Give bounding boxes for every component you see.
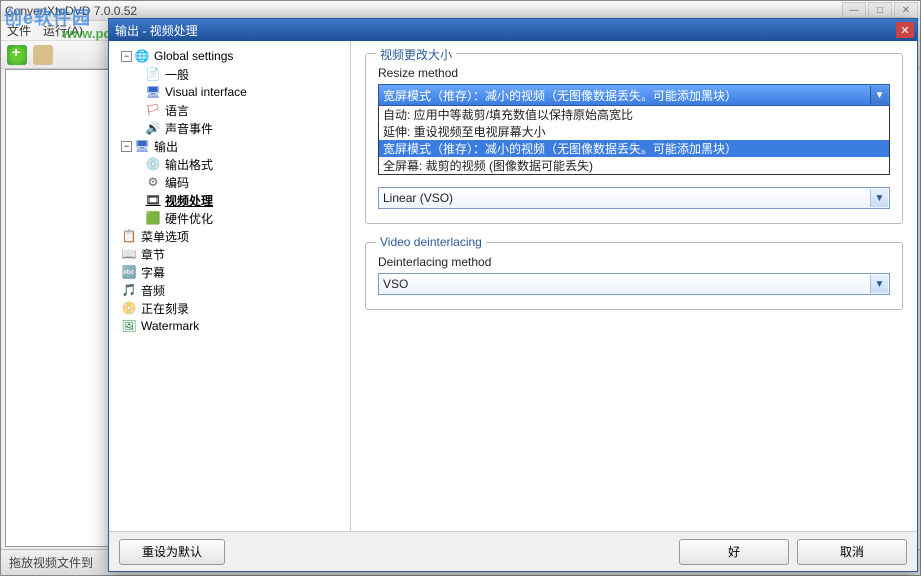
resize-filter-value: Linear (VSO)	[383, 191, 453, 205]
tree-subtitle[interactable]: 🔤字幕	[113, 263, 346, 281]
maximize-button[interactable]: □	[868, 2, 892, 18]
gear-icon: ⚙	[145, 174, 161, 190]
deinterlace-legend: Video deinterlacing	[376, 235, 486, 249]
resize-option-auto[interactable]: 自动: 应用中等裁剪/填充数值以保持原始高宽比	[379, 106, 889, 123]
tree-audio[interactable]: 🎵音频	[113, 281, 346, 299]
monitor-icon: 🖥	[145, 84, 161, 100]
collapse-icon[interactable]: −	[121, 51, 132, 62]
speaker-icon: 🔊	[145, 120, 161, 136]
disc-icon: 📀	[121, 300, 137, 316]
chevron-down-icon: ▼	[870, 86, 888, 104]
tree-hardware-opt[interactable]: 🟩硬件优化	[113, 209, 346, 227]
tree-video-processing[interactable]: 🎞视频处理	[113, 191, 346, 209]
dialog-body: −🌐Global settings 📄一般 🖥Visual interface …	[109, 41, 917, 531]
collapse-icon[interactable]: −	[121, 141, 132, 152]
disc-icon: 💿	[145, 156, 161, 172]
tree-global-settings[interactable]: −🌐Global settings	[113, 47, 346, 65]
tree-visual-interface[interactable]: 🖥Visual interface	[113, 83, 346, 101]
page-icon: 📄	[145, 66, 161, 82]
chevron-down-icon: ▼	[870, 189, 888, 207]
deinterlace-method-combo[interactable]: VSO ▼	[378, 273, 890, 295]
dialog-title: 输出 - 视频处理	[115, 22, 198, 39]
chevron-down-icon: ▼	[870, 275, 888, 293]
close-button[interactable]: ✕	[894, 2, 918, 18]
globe-icon: 🌐	[134, 48, 150, 64]
resize-method-value: 宽屏模式（推存）：减小的视频（无图像数据丢失。可能添加黑块）	[383, 87, 737, 104]
resize-option-fullscreen[interactable]: 全屏幕: 裁剪的视频 (图像数据可能丢失)	[379, 157, 889, 174]
subtitle-icon: 🔤	[121, 264, 137, 280]
image-icon: 🖼	[121, 318, 137, 334]
tree-language[interactable]: 🏳语言	[113, 101, 346, 119]
deinterlace-fieldset: Video deinterlacing Deinterlacing method…	[365, 242, 903, 310]
tree-chapter[interactable]: 📖章节	[113, 245, 346, 263]
resize-legend: 视频更改大小	[376, 46, 456, 63]
resize-fieldset: 视频更改大小 Resize method 宽屏模式（推存）：减小的视频（无图像数…	[365, 53, 903, 224]
resize-option-widescreen[interactable]: 宽屏模式（推存）：减小的视频（无图像数据丢失。可能添加黑块）	[379, 140, 889, 157]
status-text: 拖放视频文件到	[9, 554, 93, 571]
add-icon[interactable]	[7, 45, 27, 65]
tree-watermark[interactable]: 🖼Watermark	[113, 317, 346, 335]
tree-output-format[interactable]: 💿输出格式	[113, 155, 346, 173]
resize-method-dropdown: 自动: 应用中等裁剪/填充数值以保持原始高宽比 延伸: 重设视频至电视屏幕大小 …	[378, 105, 890, 175]
tree-output[interactable]: −🖥输出	[113, 137, 346, 155]
settings-dialog: 输出 - 视频处理 ✕ −🌐Global settings 📄一般 🖥Visua…	[108, 18, 918, 572]
window-controls: — □ ✕	[842, 2, 918, 18]
dialog-footer: 重设为默认 好 取消	[109, 531, 917, 571]
minimize-button[interactable]: —	[842, 2, 866, 18]
menu-icon: 📋	[121, 228, 137, 244]
cancel-button[interactable]: 取消	[797, 539, 907, 565]
tree-sound-events[interactable]: 🔊声音事件	[113, 119, 346, 137]
book-icon: 📖	[121, 246, 137, 262]
resize-method-label: Resize method	[378, 66, 890, 80]
tree-burning[interactable]: 📀正在刻录	[113, 299, 346, 317]
settings-tree[interactable]: −🌐Global settings 📄一般 🖥Visual interface …	[109, 41, 351, 531]
flag-icon: 🏳	[145, 102, 161, 118]
dialog-titlebar: 输出 - 视频处理 ✕	[109, 19, 917, 41]
ok-button[interactable]: 好	[679, 539, 789, 565]
resize-option-stretch[interactable]: 延伸: 重设视频至电视屏幕大小	[379, 123, 889, 140]
settings-content: 视频更改大小 Resize method 宽屏模式（推存）：减小的视频（无图像数…	[351, 41, 917, 531]
dialog-close-button[interactable]: ✕	[896, 22, 914, 38]
resize-filter-combo[interactable]: Linear (VSO) ▼	[378, 187, 890, 209]
toolbar-icon-2[interactable]	[33, 45, 53, 65]
reset-defaults-button[interactable]: 重设为默认	[119, 539, 225, 565]
deinterlace-method-label: Deinterlacing method	[378, 255, 890, 269]
tree-menu-options[interactable]: 📋菜单选项	[113, 227, 346, 245]
tree-encoding[interactable]: ⚙编码	[113, 173, 346, 191]
deinterlace-method-value: VSO	[383, 277, 408, 291]
film-icon: 🎞	[145, 192, 161, 208]
chip-icon: 🟩	[145, 210, 161, 226]
tree-general[interactable]: 📄一般	[113, 65, 346, 83]
monitor-icon: 🖥	[134, 138, 150, 154]
music-icon: 🎵	[121, 282, 137, 298]
resize-method-combo[interactable]: 宽屏模式（推存）：减小的视频（无图像数据丢失。可能添加黑块） ▼	[378, 84, 890, 106]
